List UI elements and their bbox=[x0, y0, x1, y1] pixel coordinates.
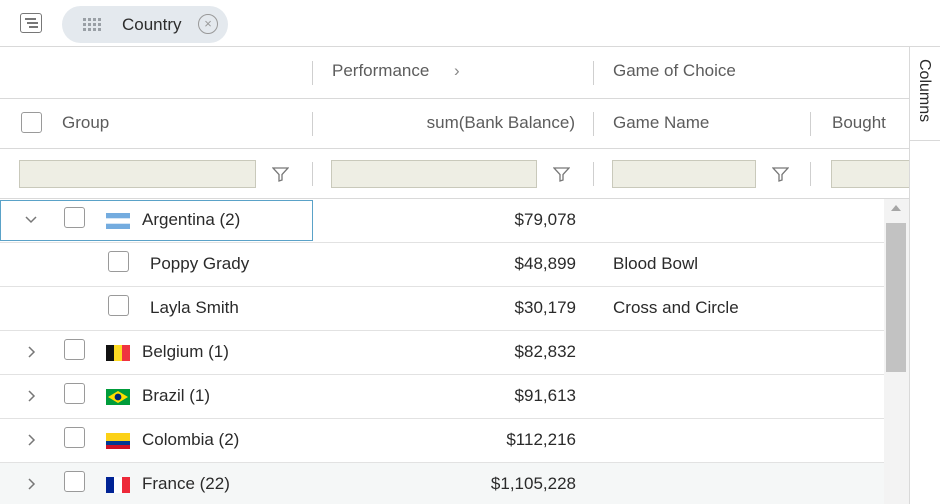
group-panel-icon bbox=[20, 13, 42, 33]
bought-filter-input[interactable] bbox=[831, 160, 909, 188]
column-header-row: Group sum(Bank Balance) Game Name Bought bbox=[0, 99, 909, 149]
group-cell: Belgium (1) bbox=[142, 342, 229, 361]
argentina-flag-icon bbox=[106, 213, 130, 229]
header-group-game-label: Game of Choice bbox=[613, 61, 736, 80]
bank-balance-cell: $79,078 bbox=[514, 210, 576, 229]
chevron-right-icon[interactable] bbox=[22, 475, 40, 493]
header-group-performance-label: Performance bbox=[332, 61, 430, 80]
row-group-panel: Country × bbox=[0, 0, 940, 47]
header-game-name-label: Game Name bbox=[613, 113, 710, 132]
game-name-filter-input[interactable] bbox=[612, 160, 756, 188]
filter-icon[interactable] bbox=[553, 167, 570, 182]
bank-balance-cell: $48,899 bbox=[514, 254, 576, 273]
header-group-performance[interactable]: Performance › bbox=[313, 47, 593, 98]
group-filter-input[interactable] bbox=[19, 160, 256, 188]
country-group-chip[interactable]: Country × bbox=[62, 6, 228, 43]
chip-label: Country bbox=[122, 15, 182, 34]
chevron-down-icon[interactable] bbox=[22, 211, 40, 229]
group-row-brazil[interactable]: Brazil (1) $91,613 bbox=[0, 375, 884, 419]
row-checkbox[interactable] bbox=[108, 251, 129, 272]
group-row-belgium[interactable]: Belgium (1) $82,832 bbox=[0, 331, 884, 375]
bank-balance-cell: $112,216 bbox=[506, 430, 576, 449]
group-cell: Argentina (2) bbox=[142, 210, 241, 229]
chevron-right-icon[interactable]: › bbox=[454, 61, 460, 81]
filter-icon[interactable] bbox=[772, 167, 789, 182]
bank-balance-cell: $82,832 bbox=[514, 342, 576, 361]
row-checkbox[interactable] bbox=[108, 295, 129, 316]
group-row-colombia[interactable]: Colombia (2) $112,216 bbox=[0, 419, 884, 463]
group-cell: Colombia (2) bbox=[142, 430, 240, 449]
france-flag-icon bbox=[106, 477, 130, 493]
bank-balance-cell: $30,179 bbox=[514, 298, 576, 317]
row-checkbox[interactable] bbox=[64, 207, 85, 228]
colombia-flag-icon bbox=[106, 433, 130, 449]
group-cell: Layla Smith bbox=[150, 298, 239, 317]
side-bar: Columns bbox=[909, 47, 940, 504]
filter-icon[interactable] bbox=[272, 167, 289, 182]
row-checkbox[interactable] bbox=[64, 471, 85, 492]
chevron-right-icon[interactable] bbox=[22, 343, 40, 361]
columns-tool-panel-tab[interactable]: Columns bbox=[910, 47, 940, 141]
header-group-label: Group bbox=[62, 113, 110, 132]
row-checkbox[interactable] bbox=[64, 383, 85, 404]
column-divider bbox=[493, 199, 494, 504]
game-name-cell: Cross and Circle bbox=[613, 298, 739, 317]
bank-balance-cell: $1,105,228 bbox=[490, 474, 576, 493]
leaf-row[interactable]: Poppy Grady $48,899 Blood Bowl bbox=[0, 243, 884, 287]
column-group-header-row: Performance › Game of Choice bbox=[0, 47, 909, 99]
header-group[interactable]: Group bbox=[62, 99, 302, 148]
close-icon[interactable]: × bbox=[198, 14, 218, 34]
bank-balance-cell: $91,613 bbox=[514, 386, 576, 405]
bank-balance-filter-input[interactable] bbox=[331, 160, 537, 188]
columns-tab-label: Columns bbox=[916, 59, 933, 123]
leaf-row[interactable]: Layla Smith $30,179 Cross and Circle bbox=[0, 287, 884, 331]
chevron-right-icon[interactable] bbox=[22, 431, 40, 449]
belgium-flag-icon bbox=[106, 345, 130, 361]
vertical-scrollbar[interactable] bbox=[884, 199, 909, 504]
group-cell: France (22) bbox=[142, 474, 230, 493]
row-checkbox[interactable] bbox=[64, 427, 85, 448]
group-cell: Poppy Grady bbox=[150, 254, 250, 273]
row-checkbox[interactable] bbox=[64, 339, 85, 360]
header-bank-balance-label: sum(Bank Balance) bbox=[426, 113, 575, 132]
select-all-checkbox[interactable] bbox=[21, 112, 42, 133]
scroll-up-icon[interactable] bbox=[891, 205, 901, 211]
game-name-cell: Blood Bowl bbox=[613, 254, 699, 273]
header-bought-label: Bought bbox=[832, 113, 886, 132]
group-row-france[interactable]: France (22) $1,105,228 bbox=[0, 463, 884, 504]
group-row-argentina[interactable]: Argentina (2) $79,078 bbox=[0, 199, 884, 243]
filter-row bbox=[0, 149, 909, 199]
brazil-flag-icon bbox=[106, 389, 130, 405]
chevron-right-icon[interactable] bbox=[22, 387, 40, 405]
header-bought[interactable]: Bought bbox=[811, 99, 909, 148]
header-group-game-of-choice[interactable]: Game of Choice bbox=[594, 47, 909, 98]
drag-grip-icon[interactable] bbox=[83, 18, 101, 32]
header-game-name[interactable]: Game Name bbox=[594, 99, 810, 148]
header-bank-balance[interactable]: sum(Bank Balance) bbox=[313, 99, 593, 148]
group-cell: Brazil (1) bbox=[142, 386, 211, 405]
data-grid: Performance › Game of Choice Group sum(B… bbox=[0, 47, 909, 504]
scrollbar-thumb[interactable] bbox=[886, 223, 906, 372]
